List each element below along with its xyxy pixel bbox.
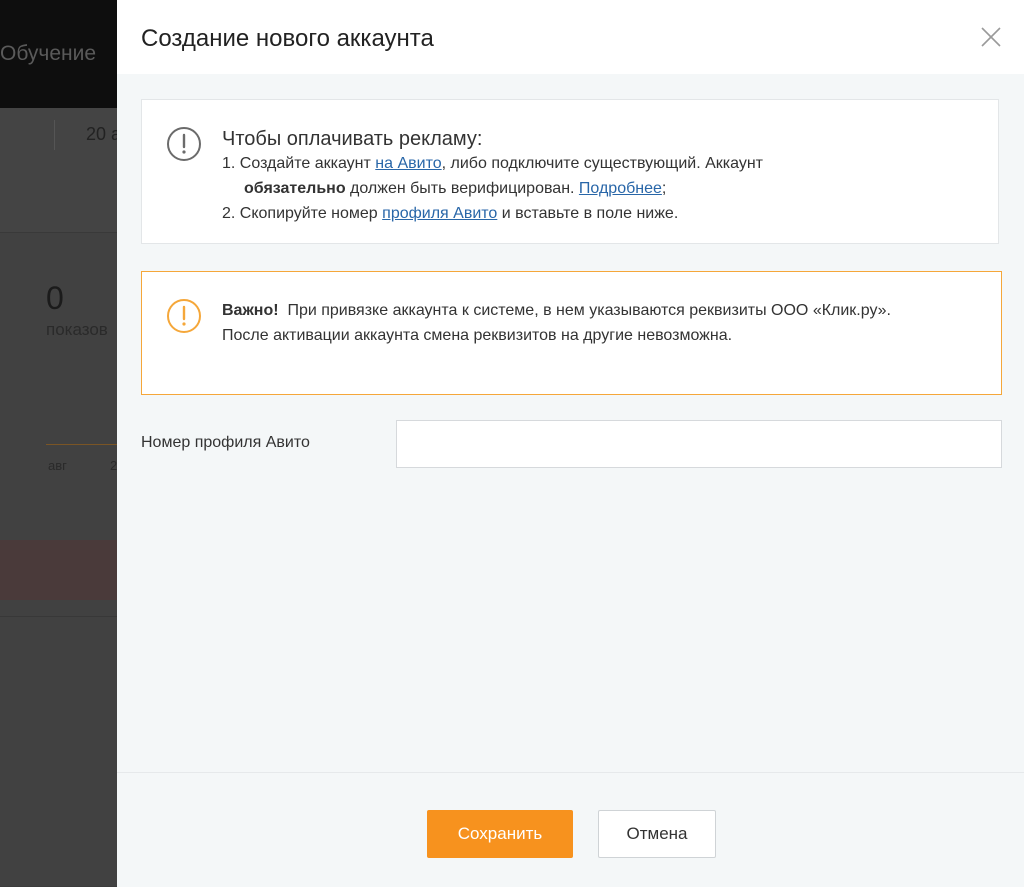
background-menu-item: Обучение xyxy=(0,42,97,65)
background-stat-label: показов xyxy=(46,320,108,339)
details-link[interactable]: Подробнее xyxy=(579,180,662,197)
info-step-2: 2. Скопируйте номер профиля Авито и вста… xyxy=(222,205,679,222)
warning-box: Важно! При привязке аккаунта к системе, … xyxy=(141,271,1002,395)
info-step-1: 1. Создайте аккаунт на Авито, либо подкл… xyxy=(222,155,763,172)
warning-text: Важно! При привязке аккаунта к системе, … xyxy=(222,298,981,348)
save-button[interactable]: Сохранить xyxy=(427,810,573,858)
background-axis-label: авг xyxy=(48,458,67,473)
info-heading: Чтобы оплачивать рекламу: xyxy=(222,128,483,150)
info-text: Чтобы оплачивать рекламу: 1. Создайте ак… xyxy=(222,128,978,226)
close-button[interactable] xyxy=(976,22,1006,52)
info-box: Чтобы оплачивать рекламу: 1. Создайте ак… xyxy=(141,99,999,244)
panel-header: Создание нового аккаунта xyxy=(117,0,1024,74)
avito-link[interactable]: на Авито xyxy=(375,155,441,172)
background-divider xyxy=(54,120,55,150)
close-icon xyxy=(981,27,1001,47)
exclamation-circle-icon xyxy=(167,299,201,333)
background-stat-value: 0 xyxy=(46,280,64,316)
warning-line-1: При привязке аккаунта к системе, в нем у… xyxy=(278,302,891,319)
exclamation-circle-icon xyxy=(167,127,201,161)
warning-label: Важно! xyxy=(222,302,279,319)
info-step-1-continued: обязательно должен быть верифицирован. П… xyxy=(244,180,667,197)
background-date: 20 а xyxy=(86,124,122,144)
avito-profile-link[interactable]: профиля Авито xyxy=(382,205,497,222)
panel-footer: Сохранить Отмена xyxy=(117,772,1024,887)
panel-title: Создание нового аккаунта xyxy=(141,25,434,52)
warning-line-2: После активации аккаунта смена реквизито… xyxy=(222,327,733,344)
profile-number-input[interactable] xyxy=(396,420,1002,468)
cancel-button[interactable]: Отмена xyxy=(598,810,716,858)
background-chart-line xyxy=(46,444,126,445)
profile-number-label: Номер профиля Авито xyxy=(141,434,310,451)
create-account-panel: Создание нового аккаунта Чтобы оплачиват… xyxy=(117,0,1024,887)
